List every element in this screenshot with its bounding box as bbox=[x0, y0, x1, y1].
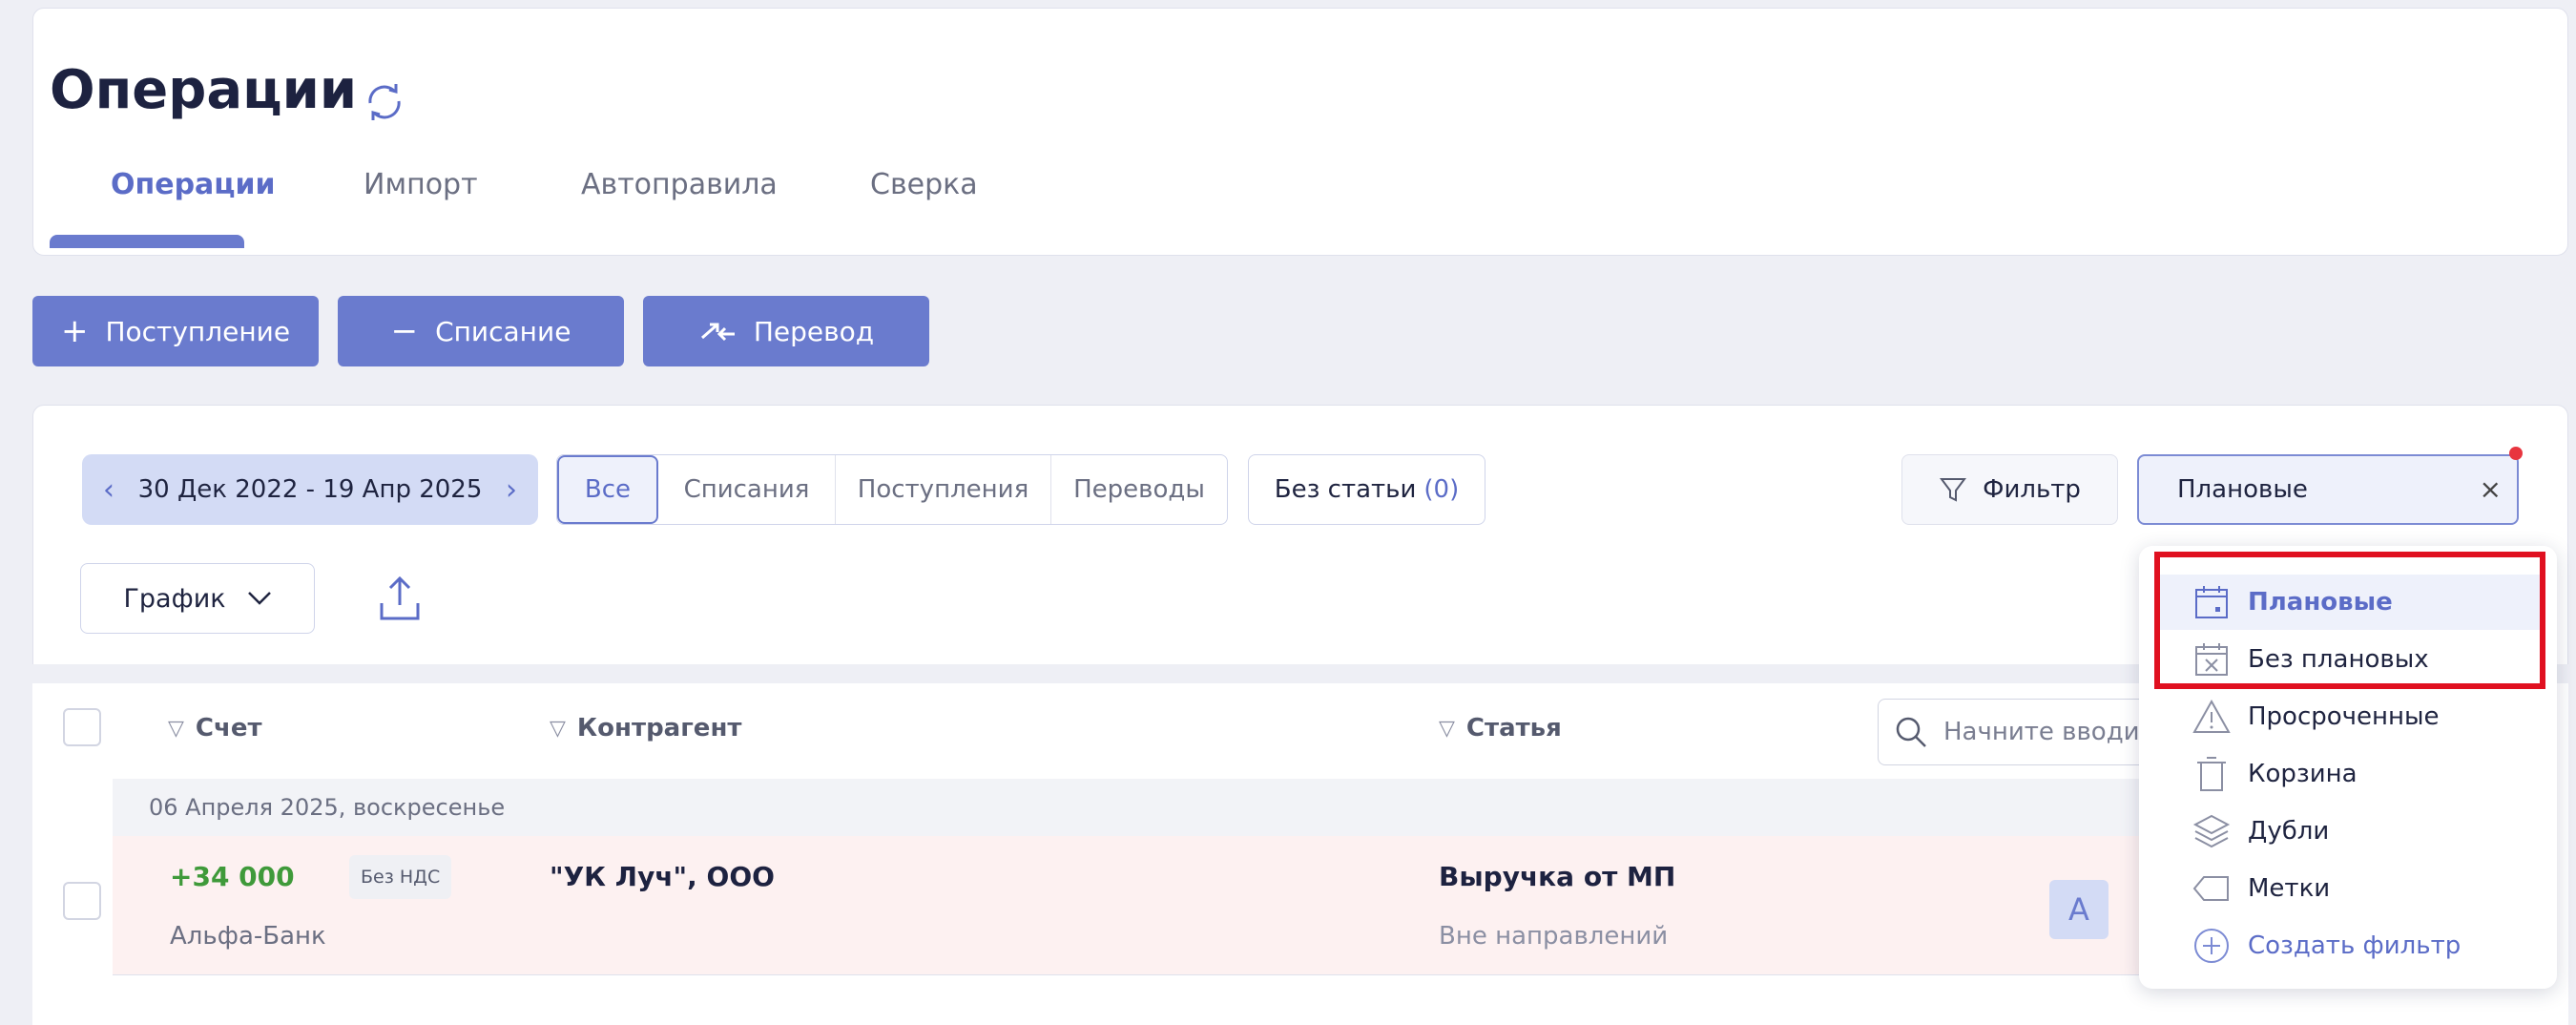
chevron-left-icon[interactable]: ‹ bbox=[103, 473, 114, 507]
column-header-article-label: Статья bbox=[1465, 714, 1562, 743]
filter-label: Фильтр bbox=[1983, 475, 2081, 504]
view-graph-label: График bbox=[123, 583, 226, 614]
row-checkbox[interactable] bbox=[63, 882, 101, 920]
type-tab-transfers[interactable]: Переводы bbox=[1051, 455, 1227, 524]
tag-icon bbox=[2192, 869, 2231, 908]
date-group-header: 06 Апреля 2025, воскресенье bbox=[113, 779, 2307, 836]
type-tab-expenses[interactable]: Списания bbox=[658, 455, 836, 524]
close-icon[interactable]: × bbox=[2480, 473, 2502, 505]
dropdown-item-trash-label: Корзина bbox=[2248, 760, 2358, 788]
type-tab-all[interactable]: Все bbox=[557, 455, 658, 524]
trash-icon bbox=[2192, 755, 2231, 793]
search-icon bbox=[1896, 717, 1926, 747]
operation-type-tabs: Все Списания Поступления Переводы bbox=[556, 454, 1228, 525]
operation-account: Альфа-Банк bbox=[170, 922, 326, 951]
column-header-account[interactable]: ▽ Счет bbox=[168, 714, 262, 743]
calendar-x-icon bbox=[2192, 640, 2231, 679]
header-card bbox=[32, 8, 2568, 256]
create-filter-button[interactable]: Создать фильтр bbox=[2154, 918, 2540, 973]
operation-article: Выручка от МП bbox=[1439, 861, 1676, 892]
column-header-article[interactable]: ▽ Статья bbox=[1439, 714, 1562, 743]
upload-icon[interactable] bbox=[378, 573, 422, 624]
column-header-account-label: Счет bbox=[195, 714, 262, 743]
refresh-icon[interactable] bbox=[361, 78, 408, 126]
avatar: А bbox=[2049, 880, 2109, 939]
add-income-label: Поступление bbox=[105, 315, 291, 347]
dropdown-item-overdue-label: Просроченные bbox=[2248, 702, 2440, 731]
layers-icon bbox=[2192, 812, 2231, 850]
column-header-counterparty[interactable]: ▽ Контрагент bbox=[550, 714, 741, 743]
minus-icon: − bbox=[390, 312, 419, 350]
add-income-button[interactable]: + Поступление bbox=[32, 296, 319, 366]
table-row[interactable]: +34 000 Без НДС Альфа-Банк "УК Луч", ООО… bbox=[113, 836, 2307, 975]
no-article-label: Без статьи bbox=[1274, 475, 1417, 504]
tab-autorules[interactable]: Автоправила bbox=[581, 168, 778, 201]
view-graph-dropdown[interactable]: График bbox=[80, 563, 315, 634]
dropdown-item-overdue[interactable]: Просроченные bbox=[2154, 689, 2540, 744]
transfer-arrows-icon bbox=[700, 323, 735, 342]
dropdown-item-trash[interactable]: Корзина bbox=[2154, 746, 2540, 802]
warning-icon bbox=[2192, 698, 2231, 736]
dropdown-item-planned[interactable]: Плановые bbox=[2154, 575, 2540, 630]
tab-import[interactable]: Импорт bbox=[364, 168, 478, 201]
calendar-dot-icon bbox=[2192, 583, 2231, 621]
plus-circle-icon bbox=[2192, 927, 2231, 965]
search-input[interactable] bbox=[1943, 718, 2153, 746]
notification-dot bbox=[2509, 447, 2523, 460]
plan-filter-dropdown: Плановые Без плановых Просроченные Корзи… bbox=[2139, 546, 2557, 989]
no-article-count: (0) bbox=[1423, 475, 1460, 504]
tab-reconciliation[interactable]: Сверка bbox=[870, 168, 978, 201]
dropdown-item-tags-label: Метки bbox=[2248, 874, 2331, 903]
active-tab-indicator bbox=[50, 235, 244, 248]
tab-operations[interactable]: Операции bbox=[111, 168, 276, 201]
type-tab-incomes[interactable]: Поступления bbox=[836, 455, 1051, 524]
vat-badge: Без НДС bbox=[349, 855, 452, 899]
select-all-checkbox[interactable] bbox=[63, 708, 101, 746]
column-header-counterparty-label: Контрагент bbox=[576, 714, 742, 743]
funnel-icon bbox=[1940, 478, 1967, 502]
column-filter-icon[interactable]: ▽ bbox=[550, 717, 566, 741]
add-expense-label: Списание bbox=[435, 315, 571, 347]
plus-icon: + bbox=[60, 312, 89, 350]
table-search[interactable] bbox=[1878, 699, 2164, 765]
add-transfer-button[interactable]: Перевод bbox=[643, 296, 929, 366]
column-filter-icon[interactable]: ▽ bbox=[168, 717, 184, 741]
plan-filter-value: Плановые bbox=[2177, 475, 2308, 504]
add-transfer-label: Перевод bbox=[753, 315, 875, 347]
create-filter-label: Создать фильтр bbox=[2248, 931, 2462, 960]
dropdown-item-duplicates-label: Дубли bbox=[2248, 817, 2330, 846]
page-title: Операции bbox=[50, 59, 358, 121]
add-expense-button[interactable]: − Списание bbox=[338, 296, 624, 366]
dropdown-item-tags[interactable]: Метки bbox=[2154, 861, 2540, 916]
plan-filter-select[interactable]: Плановые × bbox=[2137, 454, 2519, 525]
filter-button[interactable]: Фильтр bbox=[1901, 454, 2118, 525]
operation-amount: +34 000 bbox=[170, 861, 295, 892]
date-range-label: 30 Дек 2022 - 19 Апр 2025 bbox=[137, 475, 483, 504]
dropdown-item-duplicates[interactable]: Дубли bbox=[2154, 804, 2540, 859]
dropdown-item-without-planned[interactable]: Без плановых bbox=[2154, 632, 2540, 687]
chevron-right-icon[interactable]: › bbox=[506, 473, 517, 507]
no-article-button[interactable]: Без статьи (0) bbox=[1248, 454, 1485, 525]
column-filter-icon[interactable]: ▽ bbox=[1439, 717, 1455, 741]
operation-direction: Вне направлений bbox=[1439, 922, 1669, 951]
dropdown-item-without-planned-label: Без плановых bbox=[2248, 645, 2429, 674]
dropdown-item-planned-label: Плановые bbox=[2248, 588, 2393, 617]
chevron-down-icon bbox=[247, 592, 271, 605]
operation-counterparty: "УК Луч", ООО bbox=[550, 861, 775, 892]
date-range-picker[interactable]: ‹ 30 Дек 2022 - 19 Апр 2025 › bbox=[82, 454, 538, 525]
